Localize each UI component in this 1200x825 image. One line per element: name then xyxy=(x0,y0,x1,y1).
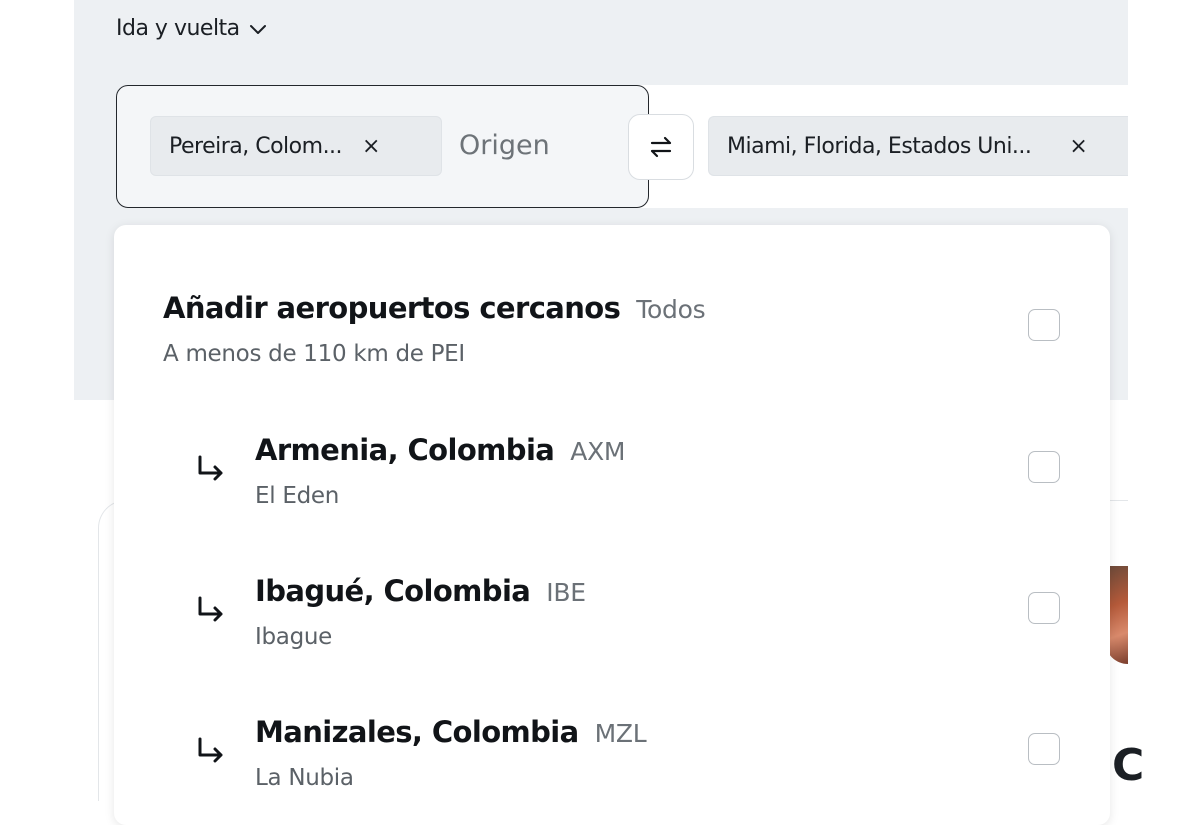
nearby-subtitle: A menos de 110 km de PEI xyxy=(163,341,465,367)
flight-search-bar: Pereira, Colom... × Origen Miami, Florid… xyxy=(116,85,1128,208)
airport-city: Manizales, Colombia xyxy=(255,715,579,749)
close-icon[interactable]: × xyxy=(1069,134,1087,159)
airport-city: Ibagué, Colombia xyxy=(255,574,531,608)
return-arrow-icon xyxy=(198,455,223,481)
airport-name: Ibague xyxy=(255,624,333,650)
add-nearby-airports-option[interactable]: Añadir aeropuertos cercanos Todos A meno… xyxy=(114,265,1110,385)
list-item[interactable]: Manizales, Colombia MZL La Nubia xyxy=(114,689,1110,809)
airport-name: El Eden xyxy=(255,483,339,509)
trip-type-selector[interactable]: Ida y vuelta xyxy=(116,16,268,41)
close-icon[interactable]: × xyxy=(362,134,380,159)
destination-chip-label: Miami, Florida, Estados Uni... xyxy=(727,133,1032,159)
destination-chip[interactable]: Miami, Florida, Estados Uni... × xyxy=(708,116,1128,176)
background-text: C xyxy=(1112,740,1145,791)
airport-name: La Nubia xyxy=(255,765,354,791)
list-item[interactable]: Ibagué, Colombia IBE Ibague xyxy=(114,548,1110,668)
background-card-edge xyxy=(1110,500,1128,501)
chevron-down-icon xyxy=(249,24,266,34)
nearby-all-label: Todos xyxy=(636,295,706,324)
nearby-airports-dropdown: Añadir aeropuertos cercanos Todos A meno… xyxy=(114,225,1110,825)
return-arrow-icon xyxy=(198,737,223,763)
airport-checkbox[interactable] xyxy=(1028,451,1060,483)
airport-code: AXM xyxy=(570,437,626,466)
return-arrow-icon xyxy=(198,596,223,622)
airport-code: IBE xyxy=(546,578,586,607)
origin-input-placeholder[interactable]: Origen xyxy=(459,130,550,161)
nearby-all-checkbox[interactable] xyxy=(1028,309,1060,341)
nearby-title: Añadir aeropuertos cercanos xyxy=(163,291,621,325)
airport-checkbox[interactable] xyxy=(1028,733,1060,765)
airport-city: Armenia, Colombia xyxy=(255,433,555,467)
origin-chip[interactable]: Pereira, Colom... × xyxy=(150,116,442,176)
page-margin xyxy=(1128,0,1200,800)
list-item[interactable]: Armenia, Colombia AXM El Eden xyxy=(114,407,1110,527)
airport-checkbox[interactable] xyxy=(1028,592,1060,624)
trip-type-label: Ida y vuelta xyxy=(116,16,240,41)
origin-chip-label: Pereira, Colom... xyxy=(169,133,343,159)
swap-button[interactable] xyxy=(628,114,694,180)
airport-code: MZL xyxy=(594,719,647,748)
swap-arrows-icon xyxy=(650,136,672,158)
